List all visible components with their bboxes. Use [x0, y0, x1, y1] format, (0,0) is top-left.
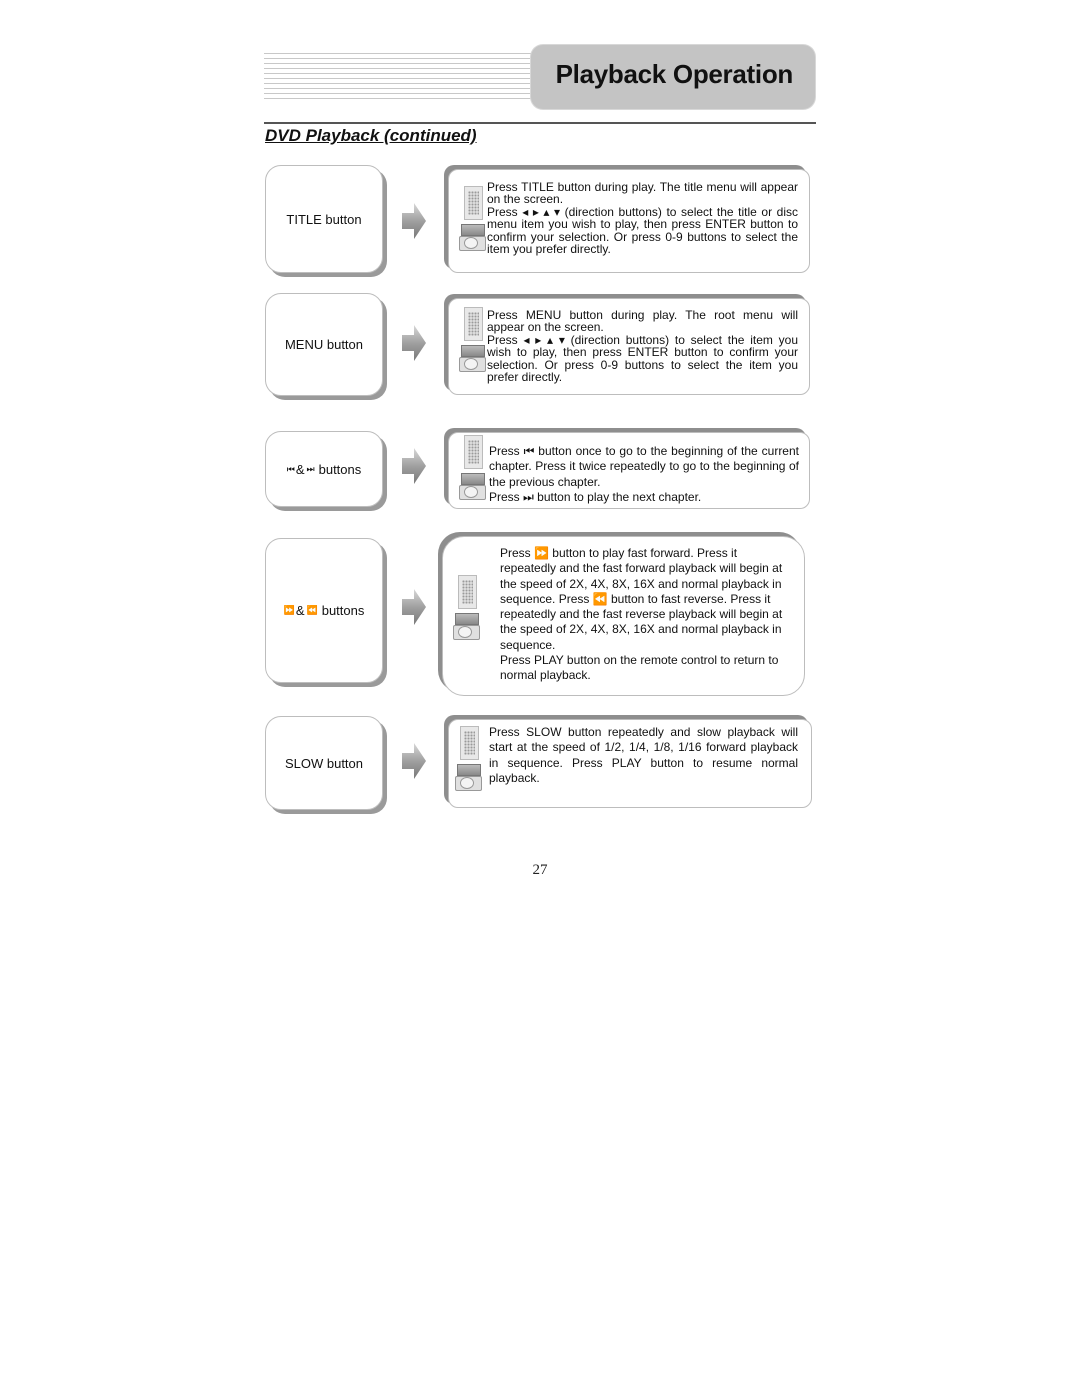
slow-description-box: Press SLOW button repeatedly and slow pl… — [448, 719, 812, 808]
slow-button-label: SLOW button — [284, 755, 364, 771]
dvd-player-icon — [455, 764, 482, 791]
arrow-right-icon — [402, 589, 426, 625]
device-icons — [453, 575, 483, 640]
description-paragraph: Press ◂ ▸ ▴ ▾ (direction buttons) to sel… — [487, 332, 798, 385]
remote-control-icon — [464, 307, 483, 341]
fast-buttons-label: buttons — [321, 603, 365, 618]
menu-description-box: Press MENU button during play. The root … — [448, 298, 810, 395]
page-number: 27 — [532, 862, 548, 878]
ampersand: & — [295, 461, 305, 477]
skip-forward-icon: ⏭ — [306, 463, 315, 474]
device-icons — [459, 435, 489, 500]
header-decorative-lines — [264, 53, 536, 101]
remote-control-icon — [460, 726, 479, 760]
description-paragraph: Press ⏮ button once to go to the beginni… — [489, 444, 799, 489]
fast-forward-icon: ⏩ — [283, 605, 295, 615]
dvd-player-icon — [453, 613, 480, 640]
description-paragraph: Press ⏩ button to play fast forward. Pre… — [500, 546, 783, 652]
dvd-player-icon — [459, 473, 486, 500]
page-title: Playback Operation — [555, 59, 794, 89]
device-icons — [459, 186, 489, 251]
description-paragraph: Press MENU button during play. The root … — [487, 308, 798, 335]
skip-buttons-label: buttons — [318, 461, 362, 477]
description-paragraph: Press ◂ ▸ ▴ ▾ (direction buttons) to sel… — [487, 204, 798, 257]
menu-button-label-box: MENU button — [265, 293, 383, 396]
arrow-right-icon — [402, 743, 426, 779]
device-icons — [459, 307, 489, 372]
fast-description: Press ⏩ button to play fast forward. Pre… — [500, 546, 796, 684]
dvd-player-icon — [459, 345, 486, 372]
fast-description-box: Press ⏩ button to play fast forward. Pre… — [442, 536, 805, 696]
section-title: DVD Playback (continued) — [265, 126, 477, 145]
slow-description: Press SLOW button repeatedly and slow pl… — [489, 725, 798, 786]
menu-description: Press MENU button during play. The root … — [487, 309, 798, 383]
title-button-label: TITLE button — [286, 211, 362, 227]
description-paragraph: Press ⏭ button to play the next chapter. — [489, 489, 702, 504]
fast-reverse-icon: ⏪ — [306, 605, 318, 615]
ampersand: & — [295, 603, 305, 618]
description-paragraph: Press SLOW button repeatedly and slow pl… — [489, 725, 798, 785]
fast-buttons-label-box: ⏩ & ⏪ buttons — [265, 538, 383, 683]
description-paragraph: Press PLAY button on the remote control … — [500, 653, 779, 683]
skip-description-box: Press ⏮ button once to go to the beginni… — [448, 432, 810, 509]
arrow-right-icon — [402, 203, 426, 239]
description-paragraph: Press TITLE button during play. The titl… — [487, 180, 798, 207]
remote-control-icon — [458, 575, 477, 609]
skip-description: Press ⏮ button once to go to the beginni… — [489, 444, 799, 505]
device-icons — [455, 726, 485, 791]
title-button-label-box: TITLE button — [265, 165, 383, 273]
arrow-right-icon — [402, 325, 426, 361]
arrow-right-icon — [402, 448, 426, 484]
slow-button-label-box: SLOW button — [265, 716, 383, 810]
title-description-box: Press TITLE button during play. The titl… — [448, 169, 810, 273]
header-divider — [264, 122, 816, 124]
skip-buttons-label-box: ⏮ & ⏭ buttons — [265, 431, 383, 507]
menu-button-label: MENU button — [284, 337, 364, 352]
header-tab: Playback Operation — [531, 45, 815, 109]
remote-control-icon — [464, 435, 483, 469]
remote-control-icon — [464, 186, 483, 220]
title-description: Press TITLE button during play. The titl… — [487, 181, 798, 255]
dvd-player-icon — [459, 224, 486, 251]
skip-back-icon: ⏮ — [286, 463, 295, 474]
